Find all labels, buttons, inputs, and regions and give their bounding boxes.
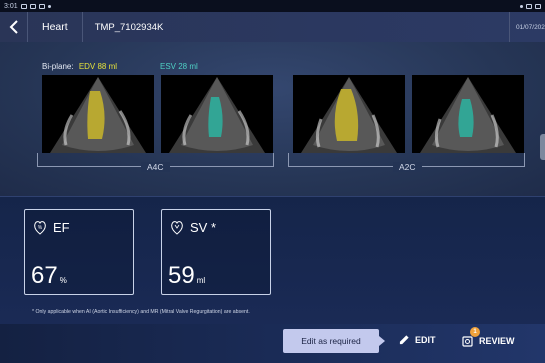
bottom-bar: Edit as required EDIT 1 REVIEW: [0, 324, 545, 363]
view-label-a4c: A4C: [141, 162, 170, 172]
sv-value: 59: [168, 262, 195, 289]
signal-icon: [520, 4, 523, 8]
ef-value: 67: [31, 262, 58, 289]
svg-text:%: %: [38, 225, 43, 231]
patient-id: TMP_7102934K: [94, 21, 164, 33]
echo-a4c-diastole[interactable]: [42, 75, 154, 153]
heart-icon: [171, 221, 183, 235]
edit-button[interactable]: EDIT: [399, 334, 436, 345]
status-bar: 3:01: [0, 0, 545, 12]
biplane-measurements: Bi-plane: EDV 88 ml ESV 28 ml: [42, 62, 198, 71]
dot-icon: [47, 4, 51, 8]
echo-images-panel: Bi-plane: EDV 88 ml ESV 28 ml A4C A2C: [0, 42, 545, 196]
review-icon: [462, 336, 473, 347]
review-label: REVIEW: [479, 336, 515, 346]
wifi-icon: [526, 3, 532, 9]
edit-label: EDIT: [415, 334, 436, 345]
metrics-panel: % EF 67% SV * 59 ml * Only applicable whe…: [0, 196, 545, 324]
status-time: 3:01: [4, 2, 18, 10]
side-panel-handle[interactable]: [540, 134, 545, 160]
review-button[interactable]: REVIEW: [461, 334, 515, 348]
image-icon: [29, 3, 36, 9]
battery-icon: [535, 3, 541, 9]
app-header: Heart TMP_7102934K 01/07/202: [0, 12, 545, 42]
heart-percent-icon: %: [34, 221, 46, 235]
pencil-icon: [399, 335, 409, 345]
back-button[interactable]: [0, 12, 28, 42]
notification-icon: [20, 3, 27, 9]
chevron-left-icon: [9, 20, 18, 34]
edv-value: EDV 88 ml: [78, 62, 118, 71]
exam-title: Heart: [28, 12, 83, 42]
sv-unit: ml: [196, 276, 206, 285]
biplane-label: Bi-plane:: [42, 62, 74, 71]
exam-date: 01/07/202: [509, 12, 545, 42]
view-label-a2c: A2C: [393, 162, 422, 172]
esv-value: ESV 28 ml: [160, 62, 198, 71]
echo-a2c-diastole[interactable]: [293, 75, 405, 153]
edit-tooltip: Edit as required: [283, 329, 385, 353]
footnote: * Only applicable when AI (Aortic Insuff…: [32, 309, 250, 315]
sv-label: SV *: [190, 219, 217, 235]
ef-label: EF: [53, 219, 70, 235]
echo-a2c-systole[interactable]: [412, 75, 524, 153]
message-icon: [38, 3, 45, 9]
ef-card: % EF 67%: [24, 209, 134, 295]
ef-unit: %: [59, 276, 67, 285]
sv-card: SV * 59 ml: [161, 209, 271, 295]
echo-a4c-systole[interactable]: [161, 75, 273, 153]
